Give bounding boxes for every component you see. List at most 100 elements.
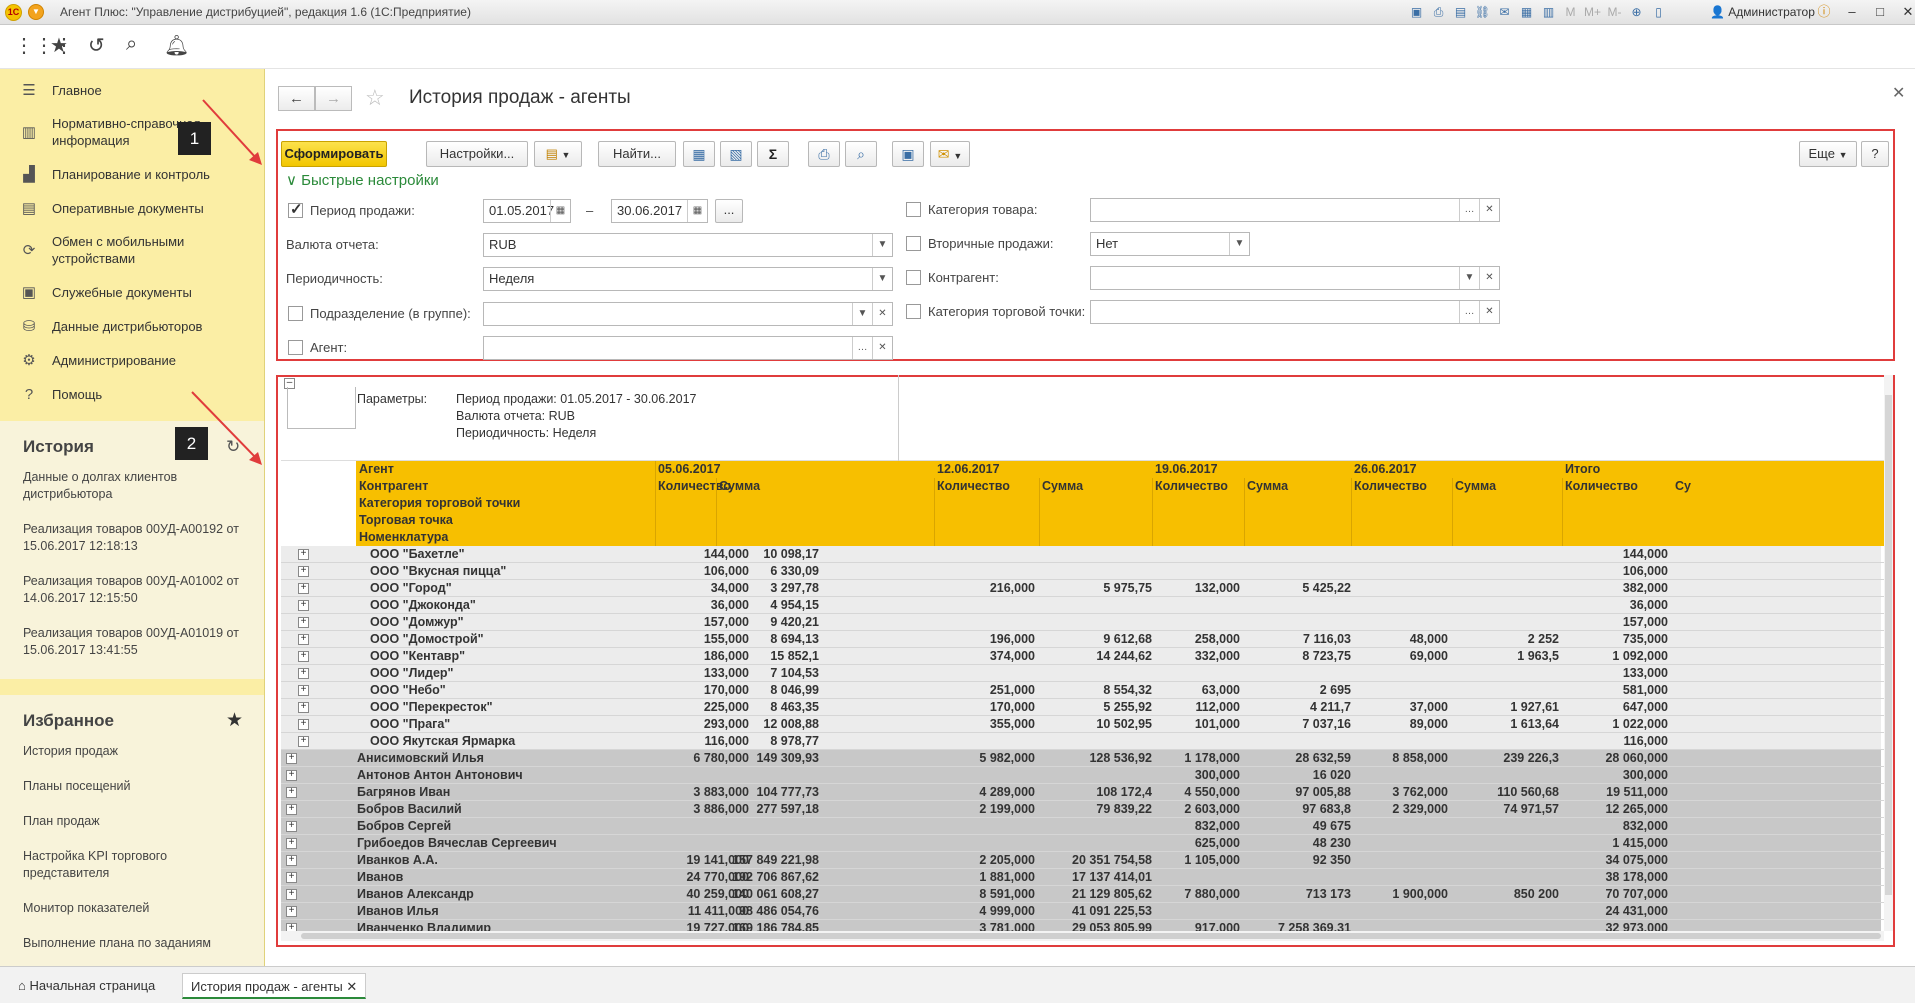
calendar-icon[interactable]: ▥ (1540, 4, 1557, 20)
dropdown-arrow-icon[interactable]: ▼ (1459, 267, 1479, 289)
history-icon[interactable]: ↺ (88, 33, 105, 58)
counterparty-row[interactable]: + ООО "Вкусная пицца" 106,000 6 330,09 106,0… (281, 563, 1884, 580)
secondary-field[interactable]: Нет ▼ (1090, 232, 1250, 256)
point-category-checkbox[interactable] (906, 304, 921, 319)
counterparty-row[interactable]: + ООО "Перекресток" 225,000 8 463,35 170,000… (281, 699, 1884, 716)
nav-reference[interactable]: ▥ Нормативно-справочная информация (0, 107, 264, 157)
history-item[interactable]: Реализация товаров 00УД-А01019 от 15.06.… (0, 625, 264, 677)
expand-icon[interactable]: + (298, 617, 309, 628)
dropdown-arrow-icon[interactable]: ▼ (872, 268, 892, 290)
history-item[interactable]: Реализация товаров 00УД-А00192 от 15.06.… (0, 521, 264, 573)
vertical-scrollbar[interactable] (1884, 375, 1893, 931)
counterparty-field[interactable]: ▼ ✕ (1090, 266, 1500, 290)
point-category-field[interactable]: … ✕ (1090, 300, 1500, 324)
expand-icon[interactable]: + (298, 651, 309, 662)
find-button[interactable]: Найти... (598, 141, 676, 167)
date-from-field[interactable]: 01.05.2017 ▦ (483, 199, 571, 223)
category-checkbox[interactable] (906, 202, 921, 217)
counterparty-checkbox[interactable] (906, 270, 921, 285)
m-plus-button[interactable]: M+ (1584, 4, 1601, 20)
nav-planning[interactable]: ▟ Планирование и контроль (0, 157, 264, 191)
expand-icon[interactable]: + (298, 685, 309, 696)
agent-row[interactable]: + Бобров Сергей 832,000 49 675 832,000 (281, 818, 1884, 835)
back-icon[interactable]: ← (278, 86, 315, 111)
expand-icon[interactable]: + (298, 600, 309, 611)
period-type-field[interactable]: Неделя ▼ (483, 267, 893, 291)
division-field[interactable]: ▼ ✕ (483, 302, 893, 326)
clear-icon[interactable]: ✕ (1479, 267, 1499, 289)
select-icon[interactable]: … (1459, 301, 1479, 323)
print-button[interactable]: ⎙ (808, 141, 840, 167)
expand-icon[interactable]: + (286, 753, 297, 764)
expand-icon[interactable]: + (286, 821, 297, 832)
counterparty-row[interactable]: + ООО "Лидер" 133,000 7 104,53 133,000 (281, 665, 1884, 682)
expand-icon[interactable]: + (298, 566, 309, 577)
maximize-icon[interactable]: □ (1868, 2, 1892, 22)
clear-icon[interactable]: ✕ (872, 337, 892, 359)
dropdown-arrow-icon[interactable]: ▼ (852, 303, 872, 325)
clear-icon[interactable]: ✕ (872, 303, 892, 325)
counterparty-row[interactable]: + ООО "Кентавр" 186,000 15 852,1 374,000 14 2… (281, 648, 1884, 665)
division-checkbox[interactable] (288, 306, 303, 321)
zoom-icon[interactable]: ⊕ (1628, 4, 1645, 20)
agent-checkbox[interactable] (288, 340, 303, 355)
search-icon[interactable]: ⌕ (126, 33, 137, 56)
agent-row[interactable]: + Анисимовский Илья 6 780,000 149 309,93 5 9… (281, 750, 1884, 767)
help-button[interactable]: ? (1861, 141, 1889, 167)
bell-icon[interactable]: 🔔︎ (164, 33, 189, 58)
expand-icon[interactable]: + (286, 770, 297, 781)
settings-button[interactable]: Настройки... (426, 141, 528, 167)
nav-administration[interactable]: ⚙ Администрирование (0, 343, 264, 377)
send-mail-button[interactable]: ✉ ▼ (930, 141, 970, 167)
secondary-checkbox[interactable] (906, 236, 921, 251)
link-icon[interactable]: ⛓ (1474, 4, 1491, 20)
favorite-item[interactable]: История продаж (0, 743, 264, 778)
history-item[interactable]: Реализация товаров 00УД-А01002 от 14.06.… (0, 573, 264, 625)
counterparty-row[interactable]: + ООО "Город" 34,000 3 297,78 216,000 5 975,7… (281, 580, 1884, 597)
m-minus-button[interactable]: M- (1606, 4, 1623, 20)
dropdown-arrow-icon[interactable]: ▼ (872, 234, 892, 256)
user-name[interactable]: 👤 Администратор (1710, 5, 1815, 19)
favorite-star-icon[interactable]: ☆ (365, 85, 385, 111)
forward-icon[interactable]: → (315, 86, 352, 111)
expand-icon[interactable]: + (286, 804, 297, 815)
expand-icon[interactable]: + (298, 634, 309, 645)
preview-button[interactable]: ⌕ (845, 141, 877, 167)
save-icon[interactable]: ▣ (1408, 4, 1425, 20)
agent-row[interactable]: + Иванов Илья 11 411,000 98 486 054,76 4 999… (281, 903, 1884, 920)
favorite-item[interactable]: Монитор показателей (0, 900, 264, 935)
nav-mobile-exchange[interactable]: ⟳ Обмен с мобильными устройствами (0, 225, 264, 275)
calendar-icon[interactable]: ▦ (687, 200, 707, 222)
agent-row[interactable]: + Иванов 24 770,000 192 706 867,62 1 881,000… (281, 869, 1884, 886)
expand-icon[interactable]: + (298, 736, 309, 747)
main-menu-icon[interactable]: ▼ (28, 4, 44, 20)
more-button[interactable]: Еще ▼ (1799, 141, 1857, 167)
agent-row[interactable]: + Бобров Василий 3 886,000 277 597,18 2 199,… (281, 801, 1884, 818)
print-icon[interactable]: ⎙ (1430, 4, 1447, 20)
expand-icon[interactable]: + (286, 855, 297, 866)
expand-icon[interactable]: + (298, 668, 309, 679)
expand-icon[interactable]: + (298, 702, 309, 713)
quick-settings-title[interactable]: ∨ Быстрые настройки (286, 171, 439, 189)
horizontal-scrollbar[interactable] (281, 931, 1884, 941)
agent-field[interactable]: … ✕ (483, 336, 893, 360)
expand-icon[interactable]: + (286, 787, 297, 798)
expand-icon[interactable]: + (298, 583, 309, 594)
favorite-item[interactable]: Планы посещений (0, 778, 264, 813)
agent-row[interactable]: + Иванов Александр 40 259,000 140 061 608,2… (281, 886, 1884, 903)
counterparty-row[interactable]: + ООО "Джоконда" 36,000 4 954,15 36,000 (281, 597, 1884, 614)
period-select-button[interactable]: ... (715, 199, 743, 223)
nav-main[interactable]: ☰ Главное (0, 73, 264, 107)
counterparty-row[interactable]: + ООО "Домострой" 155,000 8 694,13 196,000 9 … (281, 631, 1884, 648)
expand-icon[interactable]: + (286, 838, 297, 849)
collapse-groups-button[interactable]: ▧ (720, 141, 752, 167)
calendar-icon[interactable]: ▦ (550, 200, 570, 222)
minimize-icon[interactable]: – (1840, 2, 1864, 22)
info-icon[interactable]: ⓘ (1812, 2, 1836, 22)
counterparty-row[interactable]: + ООО "Небо" 170,000 8 046,99 251,000 8 554,3… (281, 682, 1884, 699)
preview-icon[interactable]: ▤ (1452, 4, 1469, 20)
period-checkbox[interactable] (288, 200, 303, 218)
category-field[interactable]: … ✕ (1090, 198, 1500, 222)
clear-icon[interactable]: ✕ (1479, 301, 1499, 323)
date-to-field[interactable]: 30.06.2017 ▦ (611, 199, 708, 223)
